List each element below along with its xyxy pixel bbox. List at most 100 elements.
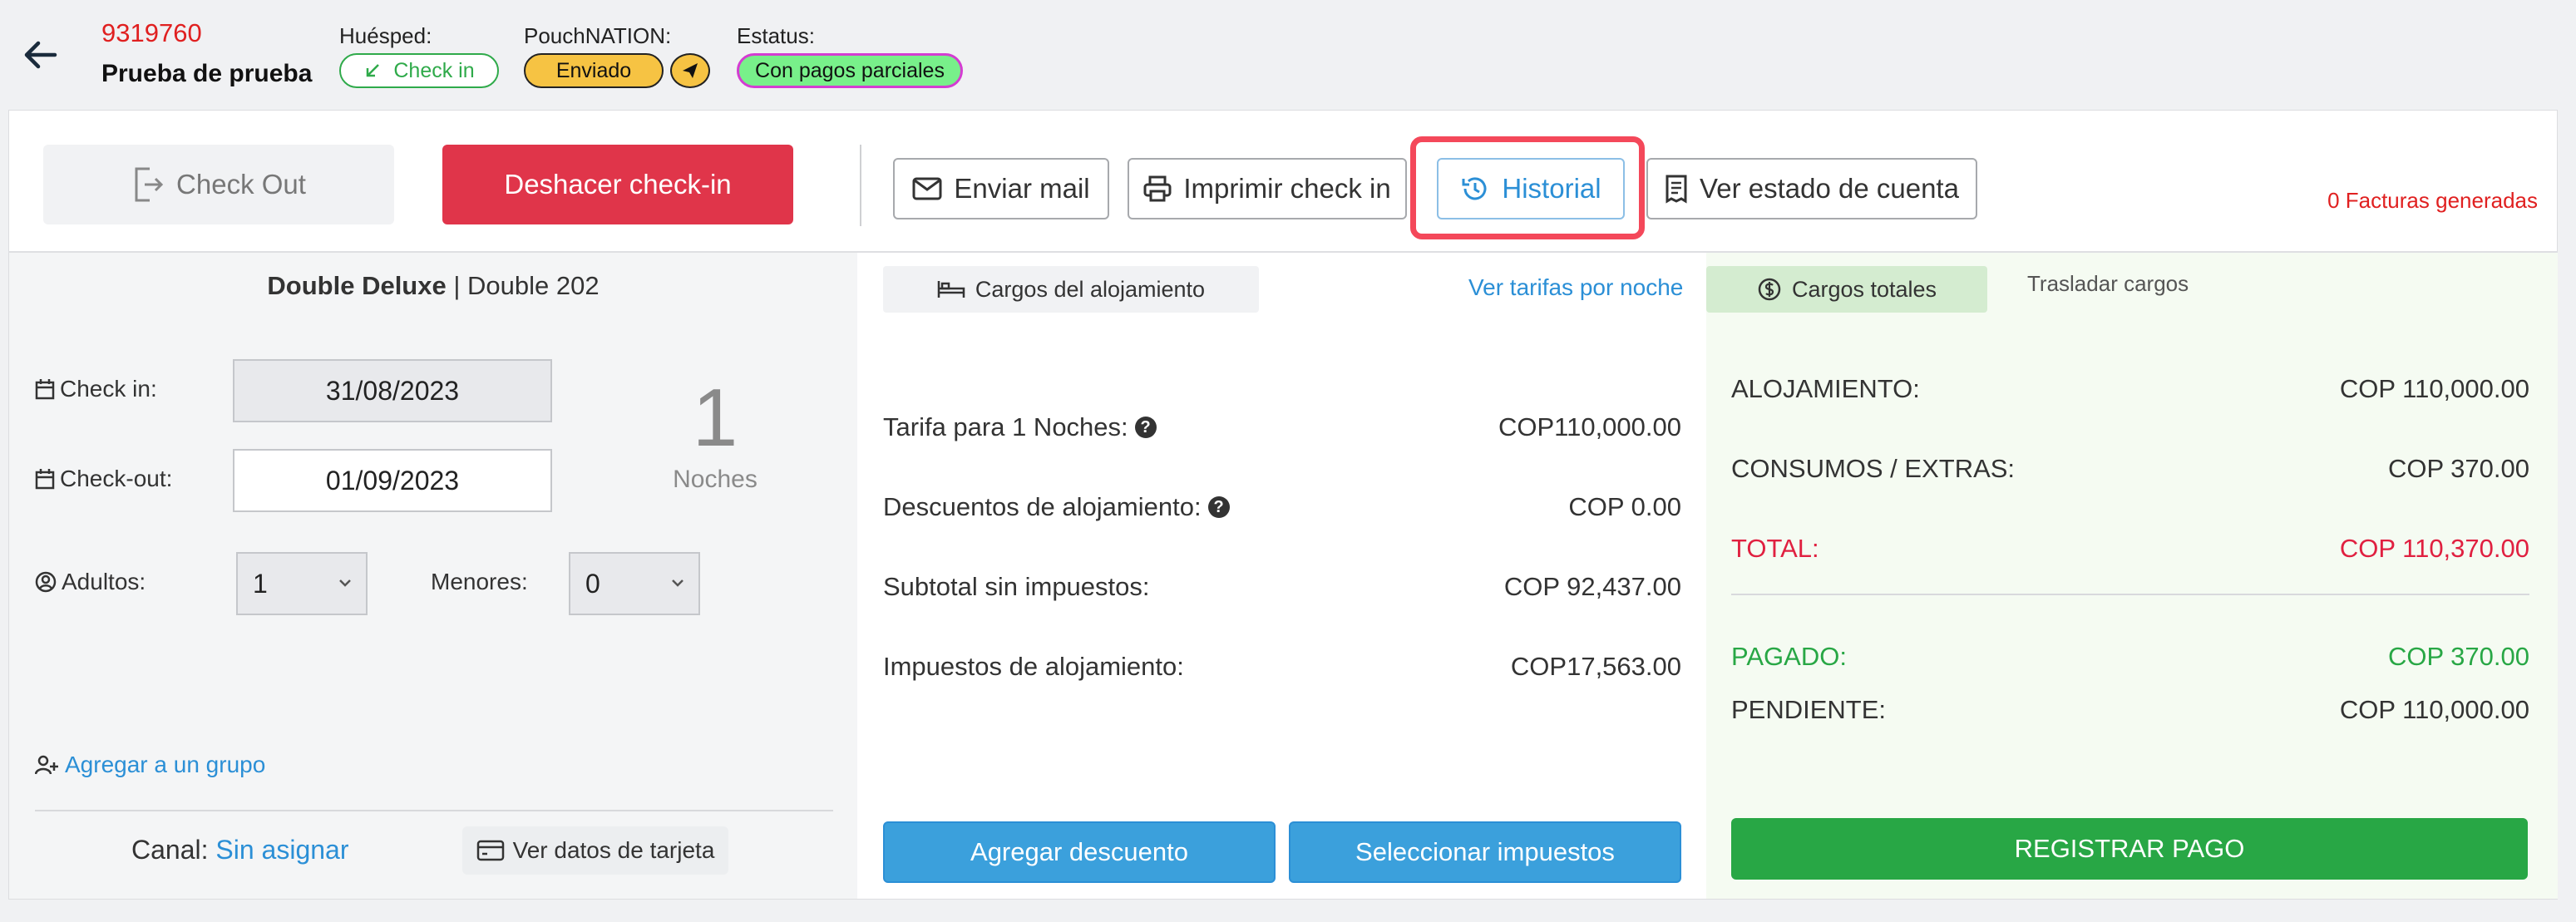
invoices-count[interactable]: 0 Facturas generadas <box>2327 188 2538 214</box>
total-row-paid: PAGADO: COP 370.00 <box>1731 642 2529 672</box>
calendar-icon <box>35 469 55 490</box>
send-icon[interactable] <box>670 53 710 88</box>
history-highlight-box <box>1410 136 1645 239</box>
total-row-extras: CONSUMOS / EXTRAS: COP 370.00 <box>1731 454 2529 484</box>
send-mail-button[interactable]: Enviar mail <box>893 158 1109 219</box>
select-taxes-button[interactable]: Seleccionar impuestos <box>1289 821 1681 883</box>
check-out-field-label: Check-out: <box>35 466 172 492</box>
chevron-down-icon <box>672 579 683 587</box>
dollar-circle-icon <box>1758 278 1781 301</box>
reservation-status-badge: Con pagos parciales <box>737 53 963 88</box>
subtotal-value: COP 92,437.00 <box>1503 572 1681 601</box>
pending-value: COP 110,000.00 <box>2339 695 2529 724</box>
credit-card-icon <box>476 840 504 861</box>
help-icon[interactable]: ? <box>1207 496 1230 518</box>
totals-panel <box>1706 253 2558 899</box>
status-label: Estatus: <box>737 23 815 48</box>
guest-status-label: Check in <box>393 58 475 82</box>
guest-name: Prueba de prueba <box>101 60 313 87</box>
rate-value: COP110,000.00 <box>1498 412 1681 441</box>
minors-select[interactable]: 0 <box>569 552 700 615</box>
adults-field-label: Adultos: <box>35 569 146 595</box>
reservation-id: 9319760 <box>101 18 202 47</box>
transfer-charges-tab[interactable]: Trasladar cargos <box>2027 271 2189 297</box>
receipt-icon <box>1666 175 1687 204</box>
total-row-pending: PENDIENTE: COP 110,000.00 <box>1731 695 2529 725</box>
check-in-date-field[interactable]: 31/08/2023 <box>233 359 552 422</box>
lodging-row-rate: Tarifa para 1 Noches:? COP110,000.00 <box>883 412 1681 442</box>
extras-value: COP 370.00 <box>2387 454 2529 483</box>
lodging-total-label: ALOJAMIENTO: <box>1731 374 1920 403</box>
discounts-value: COP 0.00 <box>1568 492 1681 521</box>
bed-icon <box>937 281 965 298</box>
room-type: Double Deluxe <box>267 271 447 300</box>
register-payment-button[interactable]: REGISTRAR PAGO <box>1731 818 2528 880</box>
undo-check-in-button[interactable]: Deshacer check-in <box>442 145 793 224</box>
guest-label: Huésped: <box>339 23 432 48</box>
nights-label: Noches <box>673 466 758 493</box>
adults-label: Adultos: <box>62 569 146 594</box>
taxes-value: COP17,563.00 <box>1510 652 1681 681</box>
adults-value: 1 <box>253 568 268 599</box>
check-in-field-label: Check in: <box>35 376 157 402</box>
check-out-date-field[interactable]: 01/09/2023 <box>233 449 552 512</box>
tab-lodging-charges[interactable]: Cargos del alojamiento <box>883 266 1259 313</box>
check-out-button[interactable]: Check Out <box>43 145 394 224</box>
grand-total-label: TOTAL: <box>1731 534 1819 563</box>
channel-label: Canal: <box>131 835 209 865</box>
paid-value: COP 370.00 <box>2387 642 2529 671</box>
total-row-total: TOTAL: COP 110,370.00 <box>1731 534 2529 564</box>
minors-label: Menores: <box>431 569 528 594</box>
print-check-in-button[interactable]: Imprimir check in <box>1128 158 1407 219</box>
view-nightly-rates-link[interactable]: Ver tarifas por noche <box>1468 274 1683 301</box>
exit-icon <box>135 167 164 202</box>
discounts-label: Descuentos de alojamiento: <box>883 492 1202 521</box>
subtotal-label: Subtotal sin impuestos: <box>883 572 1150 601</box>
view-card-data-label: Ver datos de tarjeta <box>512 837 715 863</box>
add-to-group-label: Agregar a un grupo <box>65 752 266 777</box>
nights-count: 1 <box>692 372 738 463</box>
minors-value: 0 <box>585 568 600 599</box>
extras-label: CONSUMOS / EXTRAS: <box>1731 454 2016 483</box>
room-separator: | <box>446 271 468 300</box>
calendar-icon <box>35 379 55 400</box>
print-check-in-label: Imprimir check in <box>1183 173 1391 204</box>
arrow-down-left-icon <box>367 64 380 77</box>
send-mail-label: Enviar mail <box>954 173 1090 204</box>
mail-icon <box>912 177 942 200</box>
pouch-label: PouchNATION: <box>524 23 672 48</box>
add-user-icon <box>35 755 58 775</box>
check-in-label: Check in: <box>60 376 157 402</box>
view-card-data-button[interactable]: Ver datos de tarjeta <box>462 826 728 875</box>
add-discount-button[interactable]: Agregar descuento <box>883 821 1276 883</box>
totals-divider <box>1731 594 2529 595</box>
channel-info: Canal: Sin asignar <box>131 835 348 865</box>
lodging-row-discounts: Descuentos de alojamiento:? COP 0.00 <box>883 492 1681 522</box>
total-row-lodging: ALOJAMIENTO: COP 110,000.00 <box>1731 374 2529 404</box>
printer-icon <box>1143 175 1172 202</box>
tab-total-charges[interactable]: Cargos totales <box>1706 266 1987 313</box>
add-to-group-link[interactable]: Agregar a un grupo <box>35 752 265 778</box>
paid-label: PAGADO: <box>1731 642 1847 671</box>
adults-select[interactable]: 1 <box>236 552 368 615</box>
lodging-total-value: COP 110,000.00 <box>2339 374 2529 403</box>
lodging-row-subtotal: Subtotal sin impuestos: COP 92,437.00 <box>883 572 1681 602</box>
help-icon[interactable]: ? <box>1134 417 1157 438</box>
account-statement-button[interactable]: Ver estado de cuenta <box>1646 158 1977 219</box>
guest-status-badge[interactable]: Check in <box>339 53 499 88</box>
channel-link[interactable]: Sin asignar <box>215 835 348 865</box>
room-title: Double Deluxe | Double 202 <box>9 271 857 301</box>
taxes-label: Impuestos de alojamiento: <box>883 652 1184 681</box>
rate-label: Tarifa para 1 Noches: <box>883 412 1128 441</box>
lodging-row-taxes: Impuestos de alojamiento: COP17,563.00 <box>883 652 1681 682</box>
check-out-label: Check Out <box>176 169 306 200</box>
tab-lodging-label: Cargos del alojamiento <box>975 276 1206 302</box>
grand-total-value: COP 110,370.00 <box>2339 534 2529 563</box>
panel-divider <box>35 810 833 811</box>
room-name: Double 202 <box>467 271 600 300</box>
chevron-down-icon <box>339 579 351 587</box>
toolbar-separator <box>860 145 861 226</box>
pouch-status-badge: Enviado <box>524 53 664 88</box>
back-arrow-icon[interactable] <box>18 35 65 75</box>
account-statement-label: Ver estado de cuenta <box>1700 173 1959 204</box>
